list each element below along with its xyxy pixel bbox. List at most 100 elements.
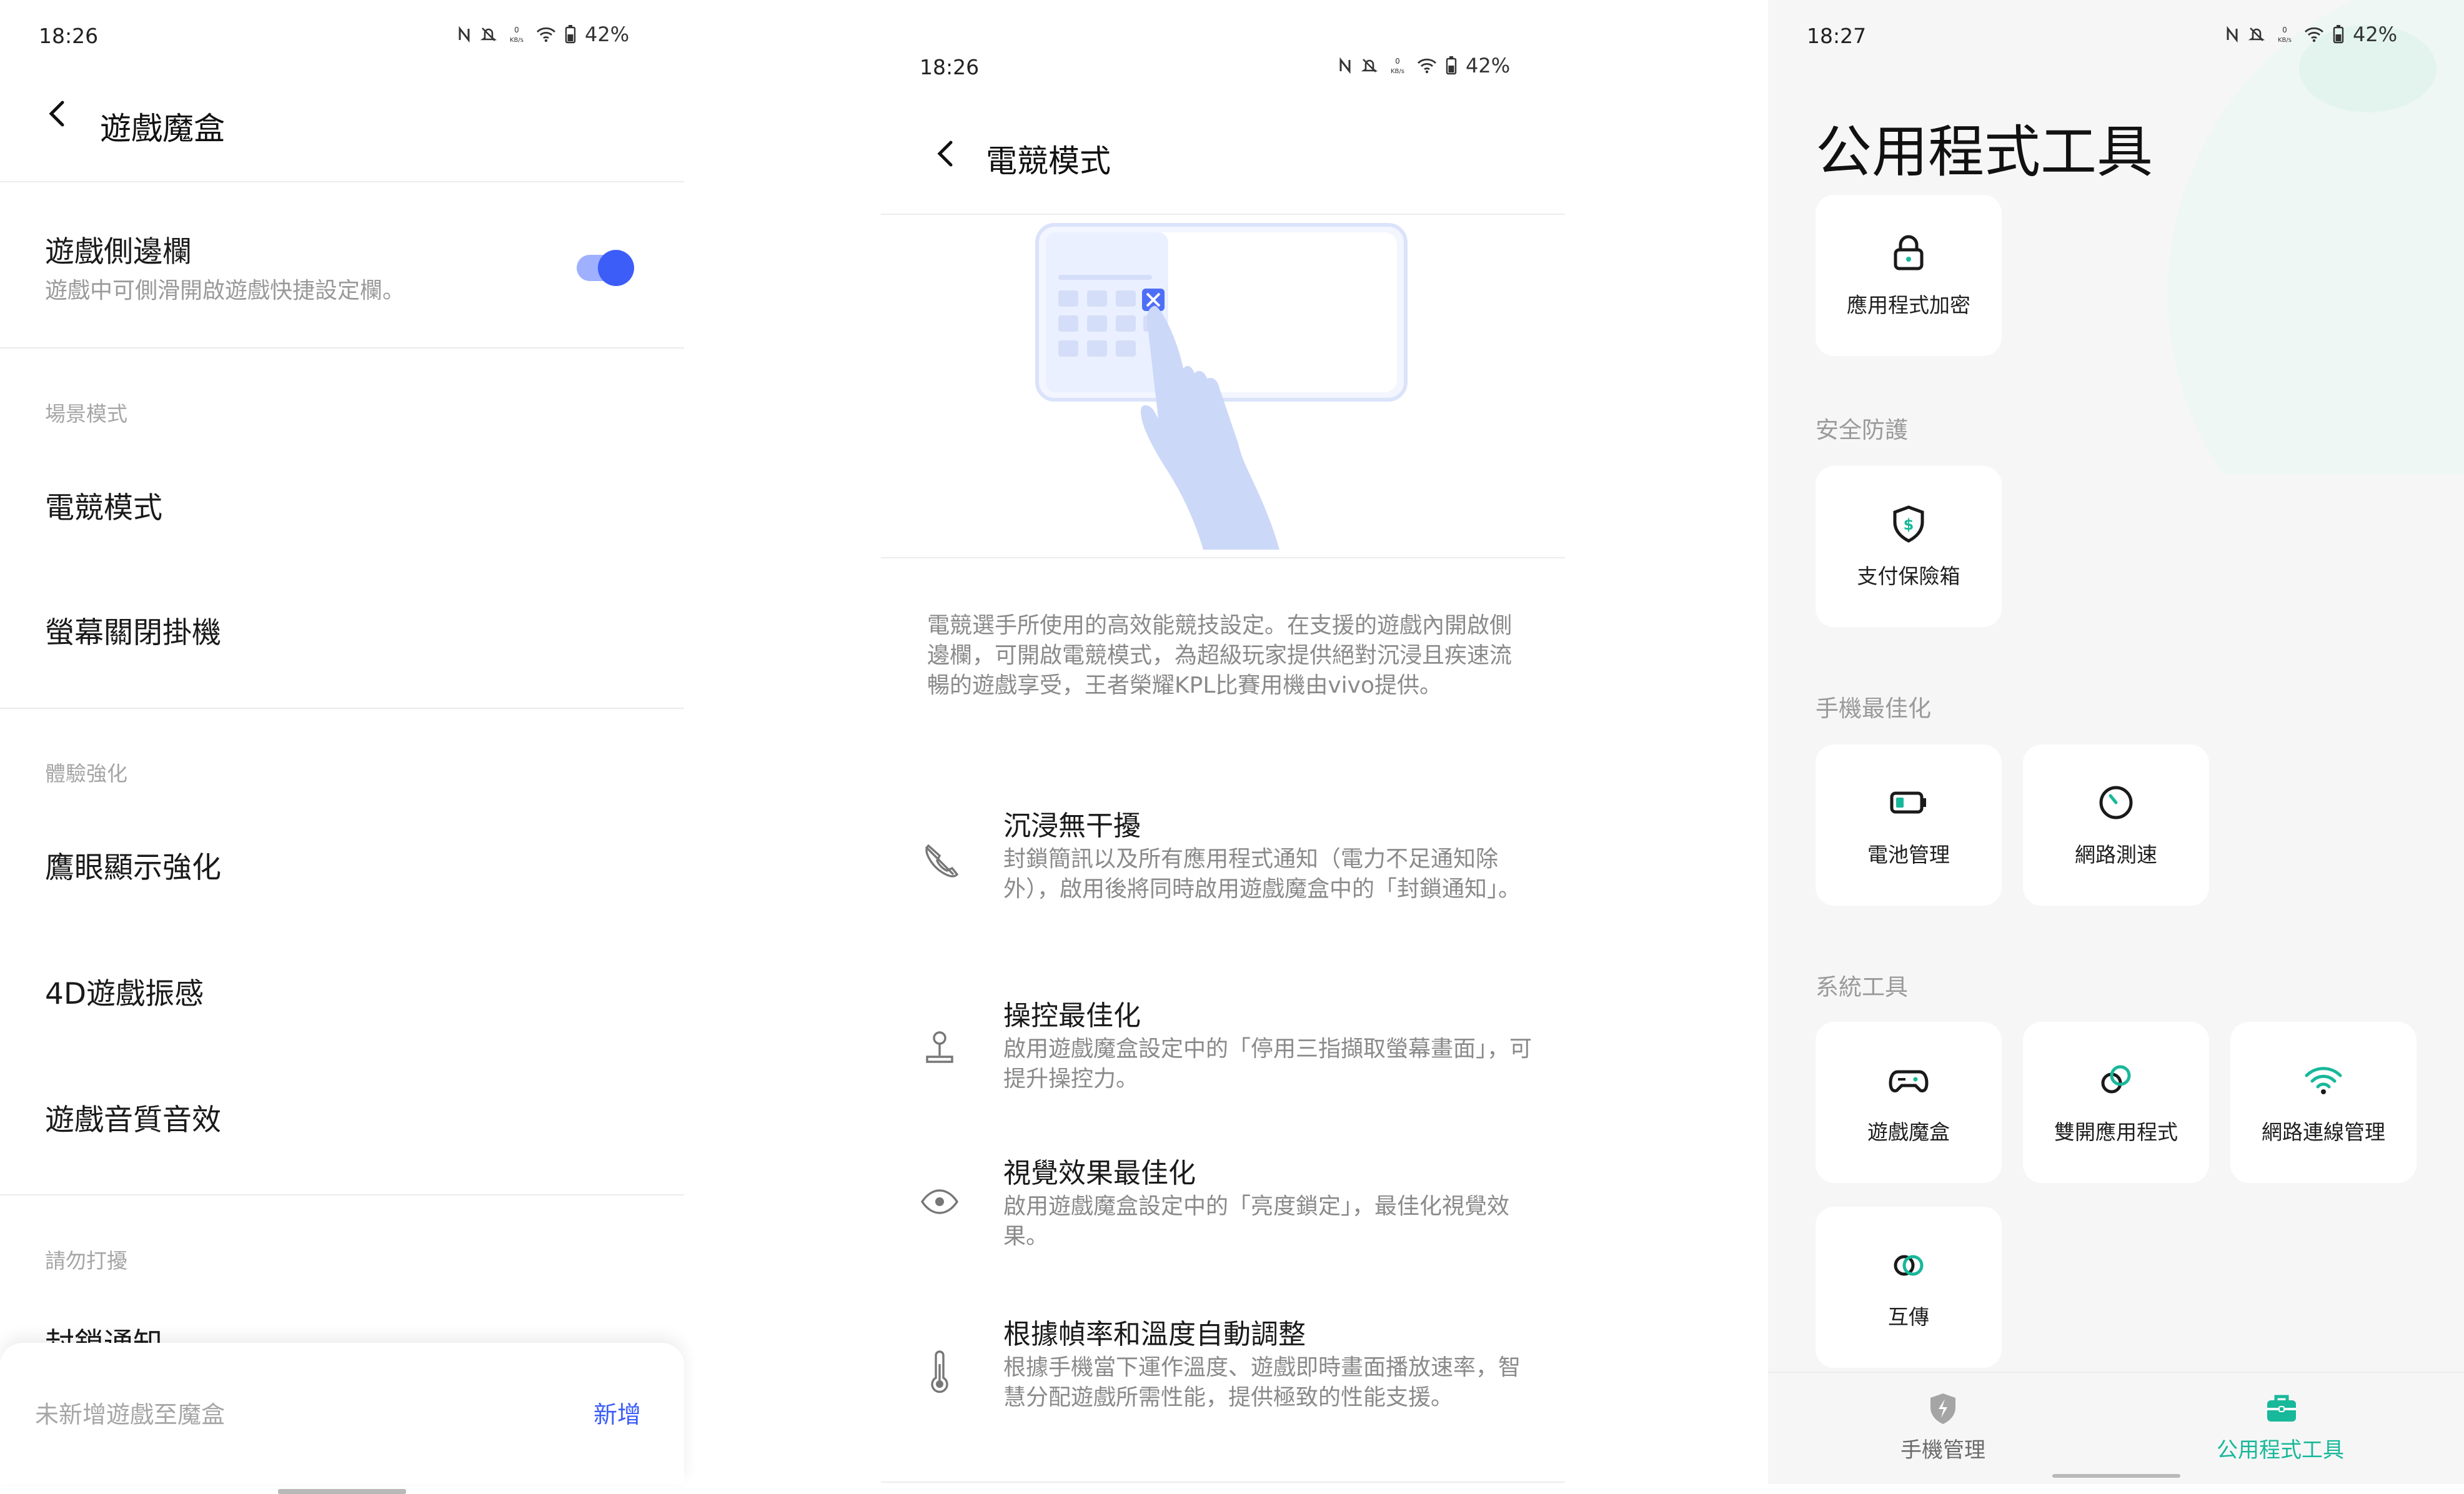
divider	[881, 1482, 1565, 1483]
list-item-audio-effects[interactable]: 遊戲音質音效	[0, 1088, 684, 1163]
section-system-tools: 系統工具	[1816, 974, 1908, 1001]
status-icons: 0 KB/s 42%	[457, 22, 629, 46]
page-title: 公用程式工具	[1816, 119, 2153, 185]
tile-game-box[interactable]: 遊戲魔盒	[1816, 1022, 2002, 1183]
joystick-icon	[926, 1031, 953, 1063]
feature-auto-adjust: 根據幀率和溫度自動調整 根據手機當下運作溫度、遊戲即時畫面播放速率，智慧分配遊戲…	[881, 1303, 1565, 1453]
section-do-not-disturb: 請勿打擾	[45, 1249, 127, 1273]
mute-icon	[480, 27, 497, 41]
page-title: 電競模式	[986, 143, 1111, 179]
mute-icon	[2248, 27, 2265, 41]
back-arrow-icon	[49, 101, 64, 127]
status-icons: 0 KB/s 42%	[2225, 22, 2397, 46]
dual-apps-icon	[2101, 1065, 2131, 1094]
feature-title: 根據幀率和溫度自動調整	[1003, 1318, 1306, 1350]
svg-text:0: 0	[1395, 57, 1400, 66]
feature-description: 啟用遊戲魔盒設定中的「停用三指擷取螢幕畫面」，可提升操控力。	[1003, 1036, 1533, 1092]
list-item-screen-off-idle[interactable]: 螢幕關閉掛機	[0, 600, 684, 675]
feature-title: 沉浸無干擾	[1003, 810, 1141, 842]
battery-percent: 42%	[2353, 22, 2398, 46]
tile-share[interactable]: 互傳	[1816, 1207, 2002, 1368]
feature-control: 操控最佳化 啟用遊戲魔盒設定中的「停用三指擷取螢幕畫面」，可提升操控力。	[881, 984, 1565, 1109]
svg-text:KB/s: KB/s	[1391, 68, 1404, 75]
list-item-esports-mode[interactable]: 電競模式	[0, 472, 684, 547]
battery-icon	[1446, 56, 1457, 75]
list-item-eagle-eye[interactable]: 鷹眼顯示強化	[0, 834, 684, 909]
status-time: 18:26	[920, 55, 980, 79]
no-game-added-text: 未新增遊戲至魔盒	[35, 1401, 226, 1428]
home-indicator-panel1[interactable]	[278, 1489, 406, 1493]
nfc-icon	[1339, 57, 1351, 74]
data-speed-icon: 0 KB/s	[510, 26, 524, 44]
tile-dual-apps[interactable]: 雙開應用程式	[2023, 1022, 2209, 1183]
tile-network-speed-test[interactable]: 網路測速	[2023, 745, 2209, 906]
phone-muted-icon	[925, 844, 959, 878]
nav-tab-phone-management[interactable]: 手機管理	[1874, 1392, 2012, 1467]
svg-text:$: $	[1904, 516, 1914, 533]
nfc-icon	[459, 26, 470, 42]
back-arrow-icon	[937, 141, 953, 167]
wifi-icon	[537, 27, 555, 42]
add-game-button[interactable]: 新增	[594, 1395, 641, 1430]
share-transfer-icon	[1894, 1255, 1924, 1276]
sidebar-toggle[interactable]	[572, 246, 647, 290]
tile-payment-safe[interactable]: $ 支付保險箱	[1816, 466, 2002, 627]
mute-icon	[1361, 59, 1378, 72]
section-scene-mode: 場景模式	[45, 402, 127, 426]
divider	[0, 1194, 684, 1195]
back-button[interactable]	[39, 95, 76, 132]
tile-network-connection-management[interactable]: 網路連線管理	[2230, 1022, 2417, 1183]
list-item-label: 鷹眼顯示強化	[45, 851, 221, 885]
tile-label: 遊戲魔盒	[1867, 1120, 1950, 1144]
game-sidebar-setting[interactable]: 遊戲側邊欄 遊戲中可側滑開啟遊戲快捷設定欄。	[0, 212, 684, 337]
tile-label: 網路連線管理	[2262, 1120, 2385, 1144]
list-item-label: 4D遊戲振感	[45, 977, 204, 1011]
battery-icon	[1890, 791, 1926, 814]
esports-mode-screen: 18:26 0 KB/s 42% 電競模式 電競選手所使用的高效能競技設定。在支援…	[881, 0, 1565, 1484]
tile-label: 應用程式加密	[1847, 293, 1970, 317]
feature-description: 封鎖簡訊以及所有應用程式通知（電力不足通知除外），啟用後將同時啟用遊戲魔盒中的「…	[1003, 846, 1521, 902]
divider	[0, 347, 684, 349]
tile-label: 雙開應用程式	[2054, 1120, 2178, 1144]
wifi-icon	[1418, 58, 1436, 74]
list-item-label: 電競模式	[45, 491, 162, 525]
esports-description: 電競選手所使用的高效能競技設定。在支援的遊戲內開啟側邊欄，可開啟電競模式，為超級…	[927, 613, 1513, 698]
sidebar-title: 遊戲側邊欄	[45, 235, 192, 269]
home-indicator[interactable]	[2052, 1474, 2180, 1478]
gamepad-icon	[1889, 1070, 1929, 1092]
back-button[interactable]	[927, 135, 965, 172]
shield-bolt-icon	[1930, 1393, 1955, 1424]
feature-title: 操控最佳化	[1003, 1000, 1141, 1032]
list-item-label: 遊戲音質音效	[45, 1103, 221, 1137]
status-icons: 0 KB/s 42%	[1338, 54, 1510, 77]
shield-dollar-icon: $	[1893, 505, 1924, 543]
toolbox-icon	[2267, 1395, 2296, 1422]
feature-description: 根據手機當下運作溫度、遊戲即時畫面播放速率，智慧分配遊戲所需性能，提供極致的性能…	[1003, 1355, 1521, 1410]
feature-immersive: 沉浸無干擾 封鎖簡訊以及所有應用程式通知（電力不足通知除外），啟用後將同時啟用遊…	[881, 794, 1565, 944]
thermometer-icon	[931, 1350, 948, 1393]
data-speed-icon: 0 KB/s	[2278, 26, 2292, 44]
bottom-navigation: 手機管理 公用程式工具	[1768, 1372, 2464, 1484]
page-title: 遊戲魔盒	[100, 111, 225, 147]
list-item-4d-vibration[interactable]: 4D遊戲振感	[0, 962, 684, 1037]
nfc-icon	[2227, 26, 2238, 42]
battery-percent: 42%	[585, 22, 630, 46]
tile-label: 網路測速	[2075, 843, 2157, 867]
tile-battery-management[interactable]: 電池管理	[1816, 745, 2002, 906]
section-optimize: 手機最佳化	[1816, 695, 1931, 722]
feature-visual: 視覺效果最佳化 啟用遊戲魔盒設定中的「亮度鎖定」，最佳化視覺效果。	[881, 1144, 1565, 1269]
nav-tab-utility-tools[interactable]: 公用程式工具	[2199, 1392, 2362, 1467]
nav-label: 手機管理	[1900, 1438, 1985, 1463]
lock-icon	[1894, 235, 1924, 270]
battery-icon	[2333, 25, 2344, 44]
esports-illustration	[1035, 223, 1408, 550]
feature-description: 啟用遊戲魔盒設定中的「亮度鎖定」，最佳化視覺效果。	[1003, 1194, 1510, 1249]
battery-icon	[565, 25, 576, 44]
tile-label: 支付保險箱	[1857, 564, 1960, 588]
battery-percent: 42%	[1466, 54, 1511, 77]
tile-app-lock[interactable]: 應用程式加密	[1816, 195, 2002, 356]
sidebar-subtitle: 遊戲中可側滑開啟遊戲快捷設定欄。	[45, 278, 405, 304]
nav-label: 公用程式工具	[2217, 1438, 2344, 1463]
eye-icon	[920, 1189, 959, 1214]
divider	[0, 708, 684, 709]
